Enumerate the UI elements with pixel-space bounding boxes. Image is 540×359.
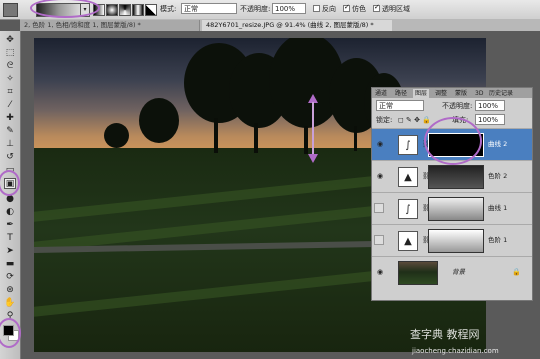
tree-trunk bbox=[354, 126, 357, 151]
levels-icon: ▲ bbox=[398, 231, 418, 251]
dodge-tool-icon[interactable]: ◐ bbox=[4, 207, 16, 218]
eyedropper-tool-icon[interactable]: ⁄ bbox=[4, 100, 16, 111]
angle-gradient-button[interactable] bbox=[119, 4, 131, 16]
layer-name: 色阶 2 bbox=[488, 172, 508, 180]
history-brush-tool-icon[interactable]: ↺ bbox=[4, 152, 16, 163]
layer-opacity-label: 不透明度: bbox=[442, 102, 473, 110]
lock-icon: 🔒 bbox=[512, 268, 521, 276]
path-selection-tool-icon[interactable]: ➤ bbox=[4, 246, 16, 257]
layer-mask-thumbnail[interactable] bbox=[428, 165, 484, 189]
radial-gradient-button[interactable] bbox=[106, 4, 118, 16]
layer-background[interactable]: ◉ 背景 🔒 bbox=[372, 256, 532, 288]
reverse-label: 反向 bbox=[322, 5, 336, 13]
tab-masks[interactable]: 蒙版 bbox=[453, 89, 469, 98]
fill-input[interactable]: 100% bbox=[475, 114, 505, 125]
panel-tabs: 通道 路径 图层 调整 蒙版 3D 历史记录 bbox=[372, 88, 532, 98]
layer-mask-thumbnail[interactable] bbox=[428, 197, 484, 221]
tab-3d[interactable]: 3D bbox=[473, 89, 485, 98]
watermark-url: jiaocheng.chazidian.com bbox=[412, 347, 499, 355]
tab-layers[interactable]: 图层 bbox=[413, 89, 430, 98]
tab-document-2[interactable]: 482Y6701_resize.JPG @ 91.4% (曲线 2, 图层蒙版/… bbox=[202, 20, 392, 31]
blend-mode-select[interactable]: 正常 bbox=[376, 100, 424, 111]
layer-name: 色阶 1 bbox=[488, 236, 508, 244]
healing-tool-icon[interactable]: ✚ bbox=[4, 113, 16, 124]
tree-trunk bbox=[254, 123, 258, 153]
tab-paths[interactable]: 路径 bbox=[393, 89, 409, 98]
tab-adjustments[interactable]: 调整 bbox=[433, 89, 449, 98]
layer-curves-1[interactable]: ∫ ⛓ 曲线 1 bbox=[372, 192, 532, 224]
3d-camera-tool-icon[interactable]: ⊛ bbox=[4, 285, 16, 296]
marquee-tool-icon[interactable]: ⬚ bbox=[4, 48, 16, 59]
tab-document-1[interactable]: 2, 色阶 1, 色相/饱和度 1, 图层蒙版/8) * bbox=[20, 20, 200, 31]
magic-wand-tool-icon[interactable]: ✧ bbox=[4, 74, 16, 85]
lock-label: 锁定: bbox=[376, 116, 393, 124]
hand-tool-icon[interactable]: ✋ bbox=[4, 298, 16, 309]
eye-icon[interactable]: ◉ bbox=[376, 172, 384, 180]
visibility-toggle[interactable] bbox=[374, 203, 384, 213]
watermark-brand: 查字典 教程网 bbox=[410, 328, 480, 341]
layer-opacity-input[interactable]: 100% bbox=[475, 100, 505, 111]
tree bbox=[104, 123, 129, 148]
curves-icon: ∫ bbox=[398, 135, 418, 155]
lasso-tool-icon[interactable]: ᘓ bbox=[4, 61, 16, 72]
document-tabs: 2, 色阶 1, 色相/饱和度 1, 图层蒙版/8) * 482Y6701_re… bbox=[20, 19, 540, 31]
tab-history[interactable]: 历史记录 bbox=[487, 89, 515, 98]
tree-trunk bbox=[304, 126, 308, 154]
visibility-toggle[interactable] bbox=[374, 235, 384, 245]
mode-label: 模式: bbox=[160, 5, 177, 13]
layer-name: 曲线 2 bbox=[488, 140, 508, 148]
reflected-gradient-button[interactable] bbox=[132, 4, 144, 16]
annotation-arrow bbox=[308, 154, 318, 163]
brush-tool-icon[interactable]: ✎ bbox=[4, 126, 16, 137]
tool-preset-picker[interactable] bbox=[3, 3, 18, 17]
shape-tool-icon[interactable]: ▬ bbox=[4, 259, 16, 270]
3d-rotate-tool-icon[interactable]: ⟳ bbox=[4, 272, 16, 283]
layer-levels-1[interactable]: ▲ ⛓ 色阶 1 bbox=[372, 224, 532, 256]
eye-icon[interactable]: ◉ bbox=[376, 140, 384, 148]
layer-name: 曲线 1 bbox=[488, 204, 508, 212]
opacity-label: 不透明度: bbox=[240, 5, 271, 13]
move-tool-icon[interactable]: ✥ bbox=[4, 35, 16, 46]
lock-icons[interactable]: ◻ ✎ ✥ 🔒 bbox=[398, 115, 431, 125]
levels-icon: ▲ bbox=[398, 167, 418, 187]
layer-thumbnail bbox=[398, 261, 438, 285]
transparency-checkbox[interactable] bbox=[373, 3, 380, 12]
tree bbox=[139, 98, 179, 143]
reverse-checkbox[interactable] bbox=[313, 5, 320, 12]
dither-checkbox[interactable] bbox=[343, 3, 350, 12]
transparency-label: 透明区域 bbox=[382, 5, 410, 13]
dither-label: 仿色 bbox=[352, 5, 366, 13]
crop-tool-icon[interactable]: ⌗ bbox=[4, 87, 16, 98]
opacity-input[interactable]: 100% bbox=[272, 3, 306, 14]
tree-trunk bbox=[214, 118, 218, 153]
pen-tool-icon[interactable]: ✒ bbox=[4, 220, 16, 231]
annotation-line bbox=[312, 102, 314, 154]
eye-icon[interactable]: ◉ bbox=[376, 268, 384, 276]
curves-icon: ∫ bbox=[398, 199, 418, 219]
annotation-ring-mask bbox=[424, 117, 482, 165]
diamond-gradient-button[interactable] bbox=[145, 4, 157, 16]
type-tool-icon[interactable]: T bbox=[4, 233, 16, 244]
clone-stamp-tool-icon[interactable]: ⊥ bbox=[4, 139, 16, 150]
tab-channels[interactable]: 通道 bbox=[373, 89, 389, 98]
layer-mask-thumbnail[interactable] bbox=[428, 229, 484, 253]
mode-select[interactable]: 正常 bbox=[181, 3, 237, 14]
layer-name: 背景 bbox=[452, 268, 465, 276]
